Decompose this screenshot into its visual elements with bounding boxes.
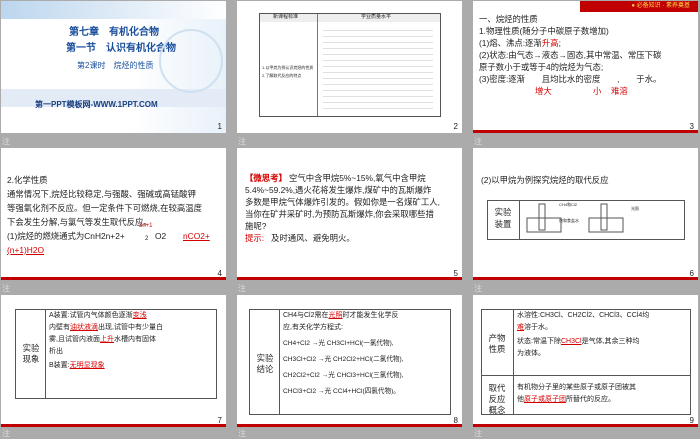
text-line: (1)熔、沸点:逐渐升高; (479, 38, 561, 48)
text-line: (1)烷烃的燃烧通式为CnH2n+2+ (7, 231, 125, 241)
fraction-denominator: 2 (145, 236, 149, 242)
table-header-quality: 学业质量水平 (361, 14, 392, 20)
answer-text: CH3Cl (560, 338, 582, 345)
slide-4-thumbnail[interactable]: 2.化学性质 通常情况下,烷烃比较稳定,与强酸、强碱或高锰酸钾 等强氧化剂不反应… (1, 148, 226, 280)
notes-label: 注 (2, 284, 10, 293)
text-line: 为液体。 (517, 350, 545, 357)
notes-label: 注 (2, 137, 10, 146)
slide-8-thumbnail[interactable]: 实验结论 CH4与Cl2需在光照时才能发生化学反 应,有关化学方程式: CH4+… (237, 295, 462, 427)
text-line: 2.化学性质 (7, 175, 48, 185)
text-line: O2 (155, 231, 167, 241)
text-line: 施呢? (245, 221, 267, 231)
section-header-label: ● 必备知识 · 素养奠基 (631, 3, 690, 9)
answer-text: nCO2+ (183, 231, 210, 241)
notes-label: 注 (474, 137, 482, 146)
accent-bar (237, 424, 462, 427)
text-line: 通常情况下,烷烃比较稳定,与强酸、强碱或高锰酸钾 (7, 189, 196, 199)
accent-bar (237, 277, 462, 280)
table-cell-label: 实验现象 (22, 343, 40, 364)
equation-1: CH4+Cl2 →光 CH3Cl+HCl(一氯代物), (283, 340, 394, 347)
diagram-label: 饱和食盐水 (559, 218, 579, 223)
accent-bar (1, 424, 226, 427)
hint-text: 及时通风、避免明火。 (271, 233, 355, 243)
diagram-label: CH4和Cl2 (559, 202, 578, 207)
topic-title: 一、烷烃的性质 (479, 14, 538, 24)
table-cell-label: 产物性质 (488, 333, 506, 354)
text-line: 下会发生分解,与氯气等发生取代反应。 (7, 217, 152, 227)
accent-bar (473, 130, 698, 133)
text-line: 原子数小于或等于4的烷烃为气态; (479, 62, 604, 72)
apparatus-diagram (526, 203, 624, 233)
text-line: 等强氧化剂不反应。但一定条件下可燃烧,在较高温度 (7, 203, 202, 213)
text-line: 析出 (49, 348, 63, 355)
answer-text: 上升 (99, 336, 114, 343)
answer-text: 升高 (541, 38, 559, 48)
table-cell-label: 取代反应概念 (488, 383, 506, 415)
slide-5-thumbnail[interactable]: 【微思考】 空气中含甲烷5%~15%,氧气中含甲烷 5.4%~59.2%,遇火花… (237, 148, 462, 280)
text-line: (3)密度:逐渐 且均比水的密度 , 于水。 (479, 74, 662, 84)
text-line: 有机物分子里的某些原子或原子团被其 (517, 384, 636, 391)
text-line: 状态:常温下除CH3Cl是气体,其余三种均 (517, 338, 640, 345)
diagram-label: 光照 (631, 206, 639, 211)
table-cell-label: 实验结论 (256, 353, 274, 374)
chapter-title: 第七章 有机化合物 (69, 27, 159, 38)
answer-text: 3n+1 (139, 223, 153, 229)
text-line: (2)以甲烷为例探究烷烃的取代反应 (481, 175, 609, 185)
answer-text: 变浅 (132, 312, 147, 319)
accent-bar (1, 277, 226, 280)
notes-label: 注 (238, 429, 246, 438)
slide-7-thumbnail[interactable]: 实验现象 A装置:试管内气体颜色逐渐变浅 内壁有油状液滴出现,试管中有少量白 雾… (1, 295, 226, 427)
text-line: B装置:无明显现象 (49, 362, 105, 369)
answer-text: 光照 (328, 312, 343, 319)
standard-line-1: 1.以甲烷为例认识烷烃的性质 (262, 65, 314, 70)
text-line: 难溶于水。 (517, 324, 552, 331)
standard-line-2: 2.了解取代反应的特点 (262, 73, 302, 78)
think-label: 【微思考】 (245, 173, 287, 183)
slide-2-thumbnail[interactable]: 新课程标准 学业质量水平 1.以甲烷为例认识烷烃的性质 2.了解取代反应的特点 … (237, 1, 462, 133)
table-cell-label: 实验装置 (494, 207, 512, 229)
watermark-text: 第一PPT模板网-WWW.1PPT.COM (35, 100, 158, 109)
answer-text: 无明显现象 (69, 362, 105, 369)
answer-text: 增大 (535, 86, 552, 96)
answer-text: 难溶 (611, 86, 628, 96)
text-line: 水溶性:CH3Cl、CH2Cl2、CHCl3、CCl4均 (517, 312, 650, 319)
text-line: CH4与Cl2需在光照时才能发生化学反 (283, 312, 399, 319)
notes-label: 注 (2, 429, 10, 438)
equation-2: CH3Cl+Cl2 →光 CH2Cl2+HCl(二氯代物), (283, 356, 404, 363)
answer-text: (n+1)H2O (7, 245, 45, 255)
notes-label: 注 (474, 429, 482, 438)
text-line: (2)状态:由气态→液态→固态,其中常温、常压下碳 (479, 50, 662, 60)
lesson-title: 第2课时 烷烃的性质 (77, 61, 154, 70)
slide-number: 2 (453, 122, 458, 131)
accent-bar (473, 424, 698, 427)
text-line: 1.物理性质(随分子中碳原子数增加) (479, 26, 609, 36)
notes-label: 注 (474, 284, 482, 293)
accent-bar (473, 277, 698, 280)
slide-9-thumbnail[interactable]: 产物性质 取代反应概念 水溶性:CH3Cl、CH2Cl2、CHCl3、CCl4均… (473, 295, 698, 427)
text-line: A装置:试管内气体颜色逐渐变浅 (49, 312, 147, 319)
hint-label: 提示: (245, 233, 265, 243)
text-line: 5.4%~59.2%,遇火花将发生爆炸,煤矿中的瓦斯爆炸 (245, 185, 432, 195)
notes-label: 注 (238, 284, 246, 293)
slide-6-thumbnail[interactable]: (2)以甲烷为例探究烷烃的取代反应 实验装置 CH4和Cl2 饱和食盐水 光照 … (473, 148, 698, 280)
text-line: 内壁有油状液滴出现,试管中有少量白 (49, 324, 163, 331)
answer-text: 原子或原子团 (524, 396, 566, 403)
answer-text: 小 (593, 86, 602, 96)
answer-text: 油状液滴 (70, 324, 98, 331)
text-line: 雾,且试管内液面上升水槽内有固体 (49, 336, 156, 343)
slide-number: 1 (217, 122, 222, 131)
notes-label: 注 (238, 137, 246, 146)
text-line: 多数是甲烷气体爆炸引发的。假如你是一名煤矿工人, (245, 197, 440, 207)
answer-text: 难 (517, 324, 524, 331)
text-line: 空气中含甲烷5%~15%,氧气中含甲烷 (289, 173, 426, 183)
slide-3-thumbnail[interactable]: ● 必备知识 · 素养奠基 一、烷烃的性质 1.物理性质(随分子中碳原子数增加)… (473, 1, 698, 133)
equation-4: CHCl3+Cl2 →光 CCl4+HCl(四氯代物)。 (283, 388, 400, 395)
table-header-standard: 新课程标准 (273, 14, 299, 20)
text-line: 他原子或原子团所替代的反应。 (517, 396, 615, 403)
slide-1-thumbnail[interactable]: 第七章 有机化合物 第一节 认识有机化合物 第2课时 烷烃的性质 第一PPT模板… (1, 1, 226, 133)
text-line: 应,有关化学方程式: (283, 324, 343, 331)
text-line: 当你在矿井采矿时,为预防瓦斯爆炸,你会采取哪些措 (245, 209, 434, 219)
equation-3: CH2Cl2+Cl2 →光 CHCl3+HCl(三氯代物), (283, 372, 404, 379)
